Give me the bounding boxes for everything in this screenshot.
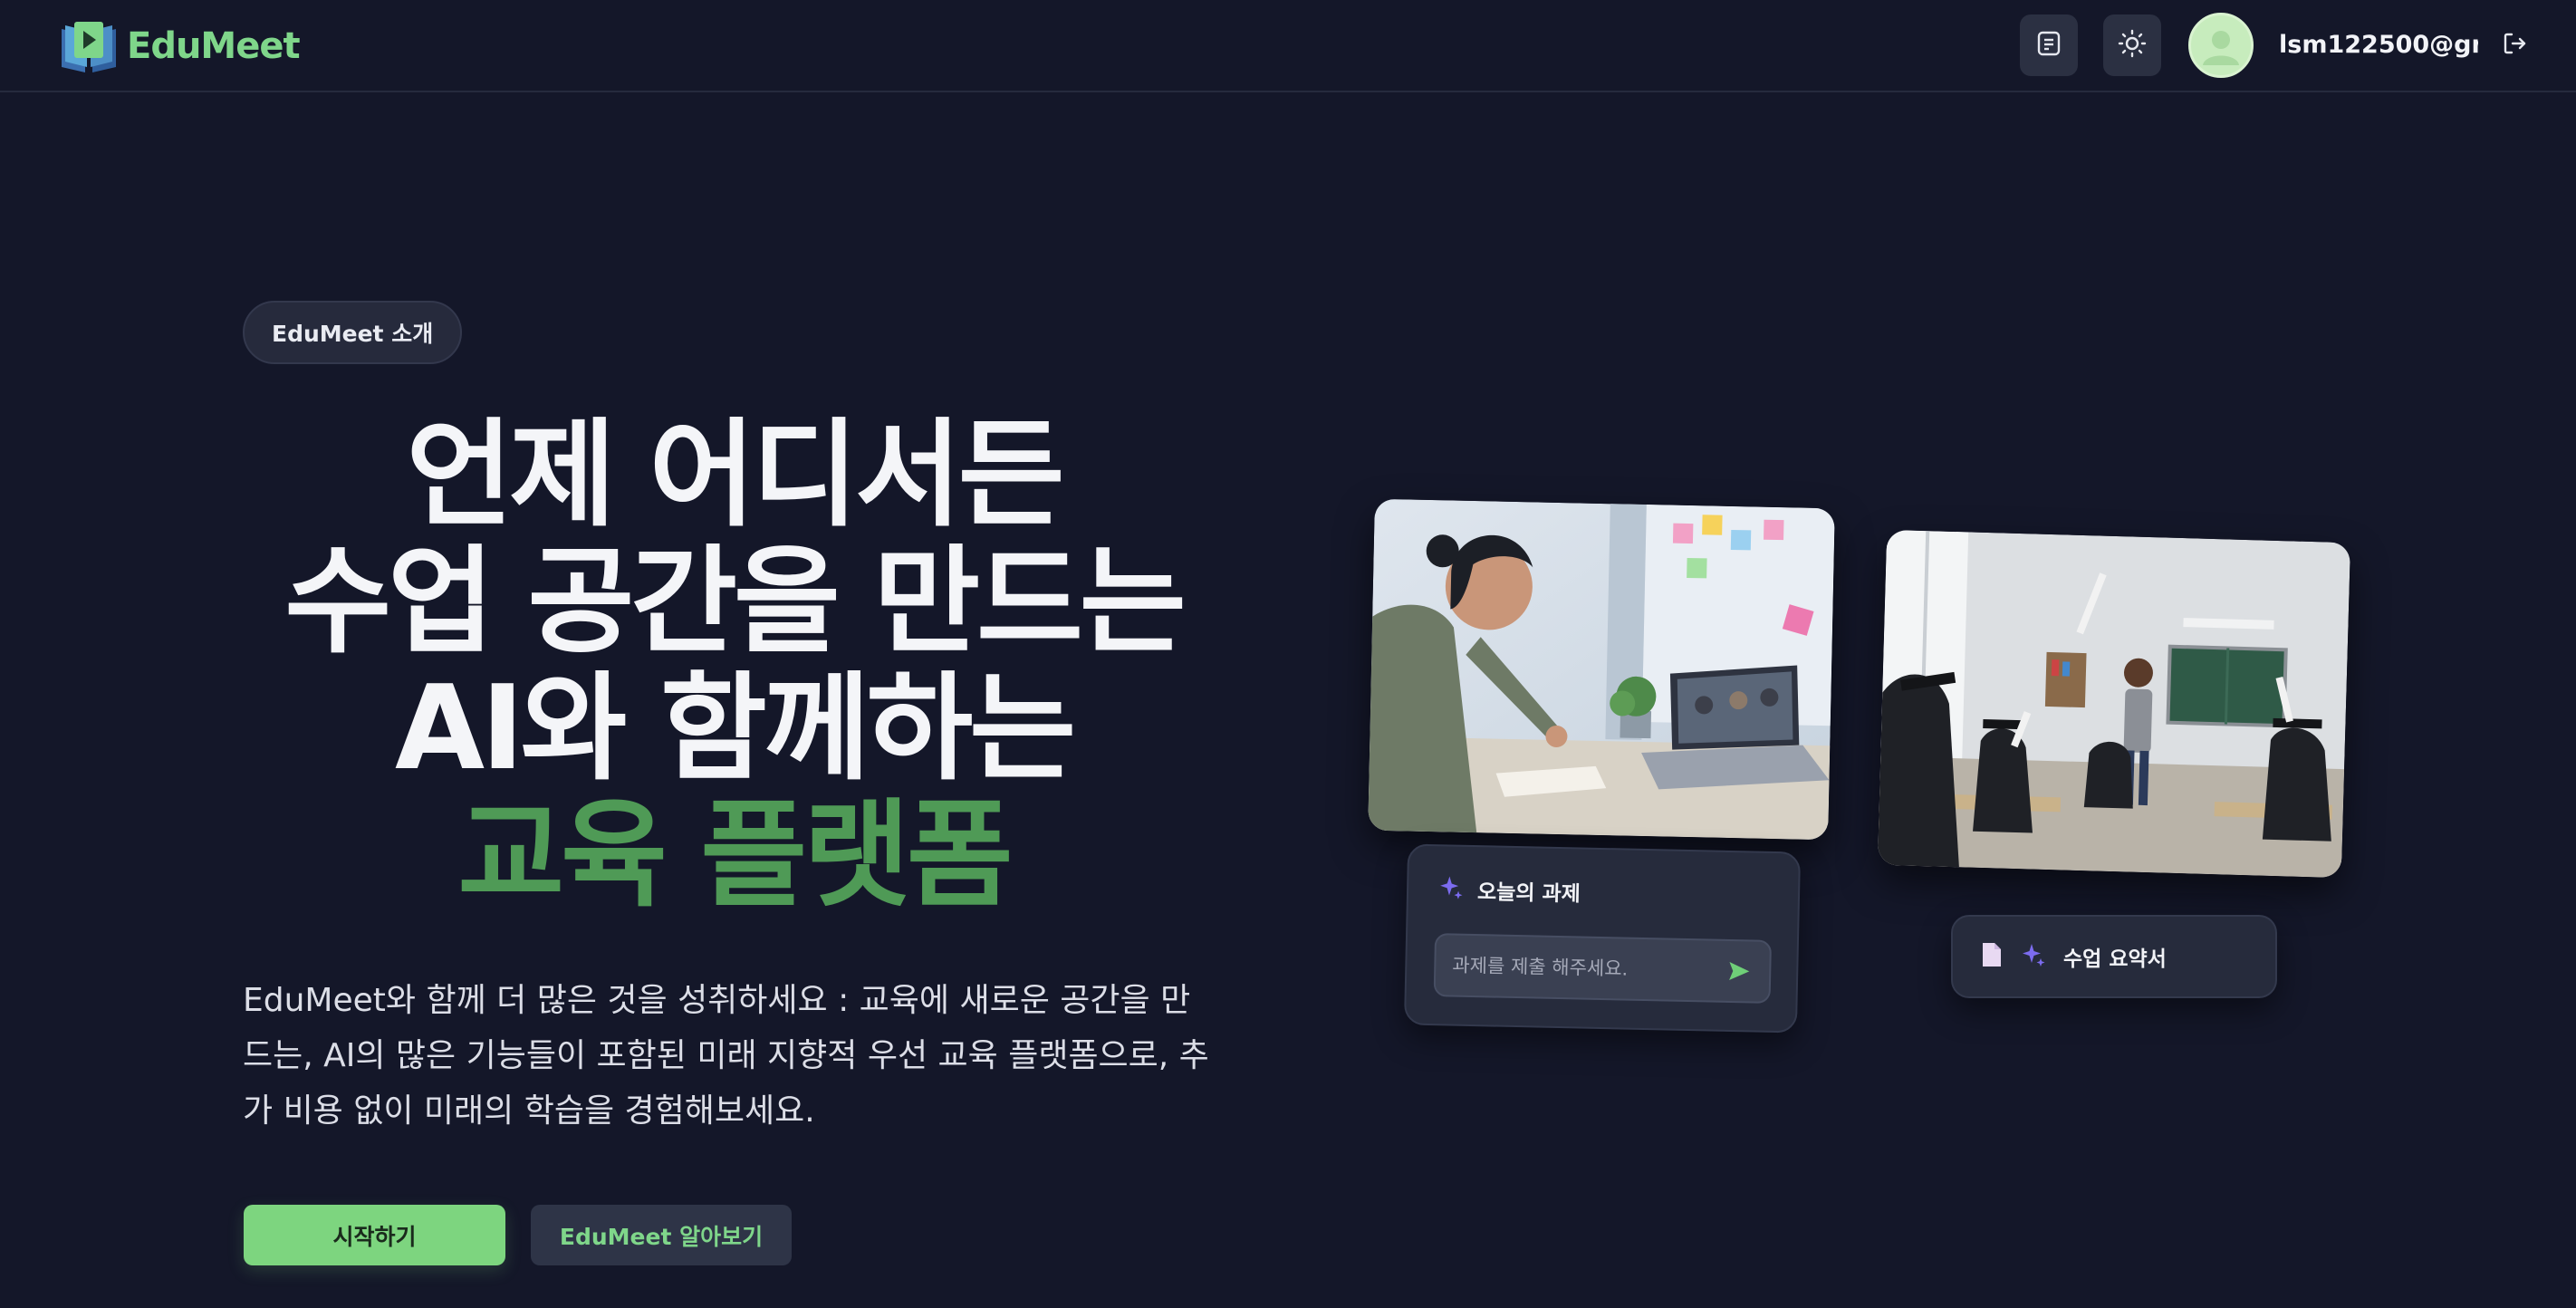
brand-name: EduMeet	[127, 25, 301, 67]
headline-line-3: AI와 함께하는	[394, 661, 1076, 796]
today-task-card: 오늘의 과제	[1403, 843, 1802, 1034]
document-button[interactable]	[2020, 14, 2078, 76]
edumeet-logo-icon	[58, 16, 120, 76]
sparkle-icon	[1437, 873, 1466, 905]
task-input-container	[1433, 933, 1773, 1004]
task-submit-input[interactable]	[1450, 953, 1725, 983]
user-avatar[interactable]	[2188, 13, 2254, 78]
task-card-header: 오늘의 과제	[1437, 873, 1581, 907]
headline-line-2: 수업 공간을 만드는	[284, 534, 1186, 669]
document-icon	[2035, 30, 2062, 61]
student-laptop-photo	[1368, 498, 1835, 841]
sun-icon	[2118, 29, 2147, 62]
learn-more-button[interactable]: EduMeet 알아보기	[531, 1205, 792, 1265]
file-icon	[1980, 941, 2004, 972]
hero-description: EduMeet와 함께 더 많은 것을 성취하세요 : 교육에 새로운 공간을 …	[243, 982, 1209, 1130]
graduation-classroom-photo	[1877, 529, 2351, 879]
logout-button[interactable]	[2496, 27, 2533, 63]
task-card-title: 오늘의 과제	[1476, 880, 1581, 907]
summary-card-title: 수업 요약서	[2063, 947, 2167, 971]
logout-icon	[2501, 30, 2528, 61]
user-silhouette-icon	[2203, 31, 2239, 65]
headline-line-4: 교육 플랫폼	[457, 788, 1013, 923]
brand-link[interactable]: EduMeet	[58, 16, 301, 76]
intro-badge: EduMeet 소개	[243, 301, 463, 364]
hero-headline: 언제 어디서든 수업 공간을 만드는 AI와 함께하는 교육 플랫폼	[208, 412, 1259, 919]
top-navbar: EduMeet lsm122500@g	[0, 0, 2576, 92]
class-summary-card: 수업 요약서	[1951, 915, 2277, 998]
theme-toggle-button[interactable]	[2103, 14, 2161, 76]
user-email[interactable]: lsm122500@gma...	[2279, 31, 2478, 59]
send-icon	[1729, 961, 1750, 980]
start-button[interactable]: 시작하기	[244, 1205, 505, 1265]
send-button[interactable]	[1724, 956, 1755, 987]
sparkle-icon	[2020, 941, 2047, 972]
headline-line-1: 언제 어디서든	[406, 408, 1064, 543]
